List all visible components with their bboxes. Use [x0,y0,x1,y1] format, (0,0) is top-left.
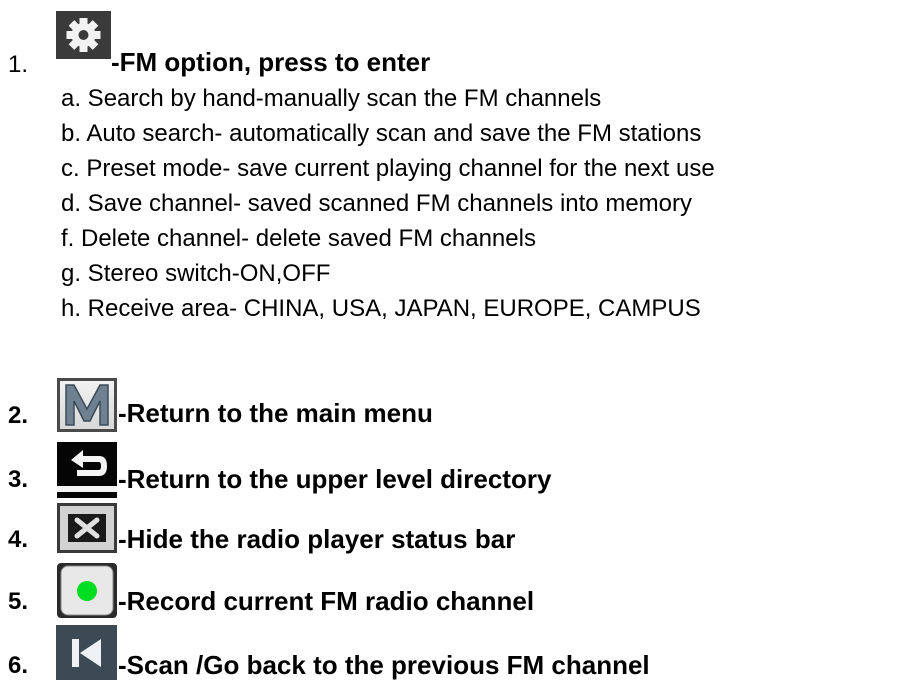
back-arrow-icon [57,442,117,498]
item-5-title: -Record current FM radio channel [118,586,535,616]
gear-icon [56,11,111,59]
fm-subitem-f: f. Delete channel- delete saved FM chann… [61,225,536,252]
item-4-number: 4. [8,526,29,553]
close-x-icon [57,503,117,553]
item-2-title: -Return to the main menu [118,398,433,428]
item-3-title: -Return to the upper level directory [118,464,552,494]
fm-subitem-a: a. Search by hand-manually scan the FM c… [61,85,602,112]
fm-subitem-b: b. Auto search- automatically scan and s… [61,120,702,147]
fm-subitem-c: c. Preset mode- save current playing cha… [61,155,715,182]
item-5-number: 5. [8,588,29,615]
item-6-number: 6. [8,652,29,679]
previous-icon [56,625,117,680]
item-6-title: -Scan /Go back to the previous FM channe… [118,650,650,680]
fm-subitem-h: h. Receive area- CHINA, USA, JAPAN, EURO… [61,295,701,322]
item-4-title: -Hide the radio player status bar [118,524,516,554]
item-1-title: -FM option, press to enter [111,47,431,77]
item-1-number: 1. [8,51,29,78]
menu-m-icon [57,378,117,432]
record-icon [57,563,117,618]
fm-subitem-d: d. Save channel- saved scanned FM channe… [61,190,692,217]
item-3-number: 3. [8,466,29,493]
item-2-number: 2. [8,402,29,429]
fm-subitem-g: g. Stereo switch-ON,OFF [61,260,331,287]
